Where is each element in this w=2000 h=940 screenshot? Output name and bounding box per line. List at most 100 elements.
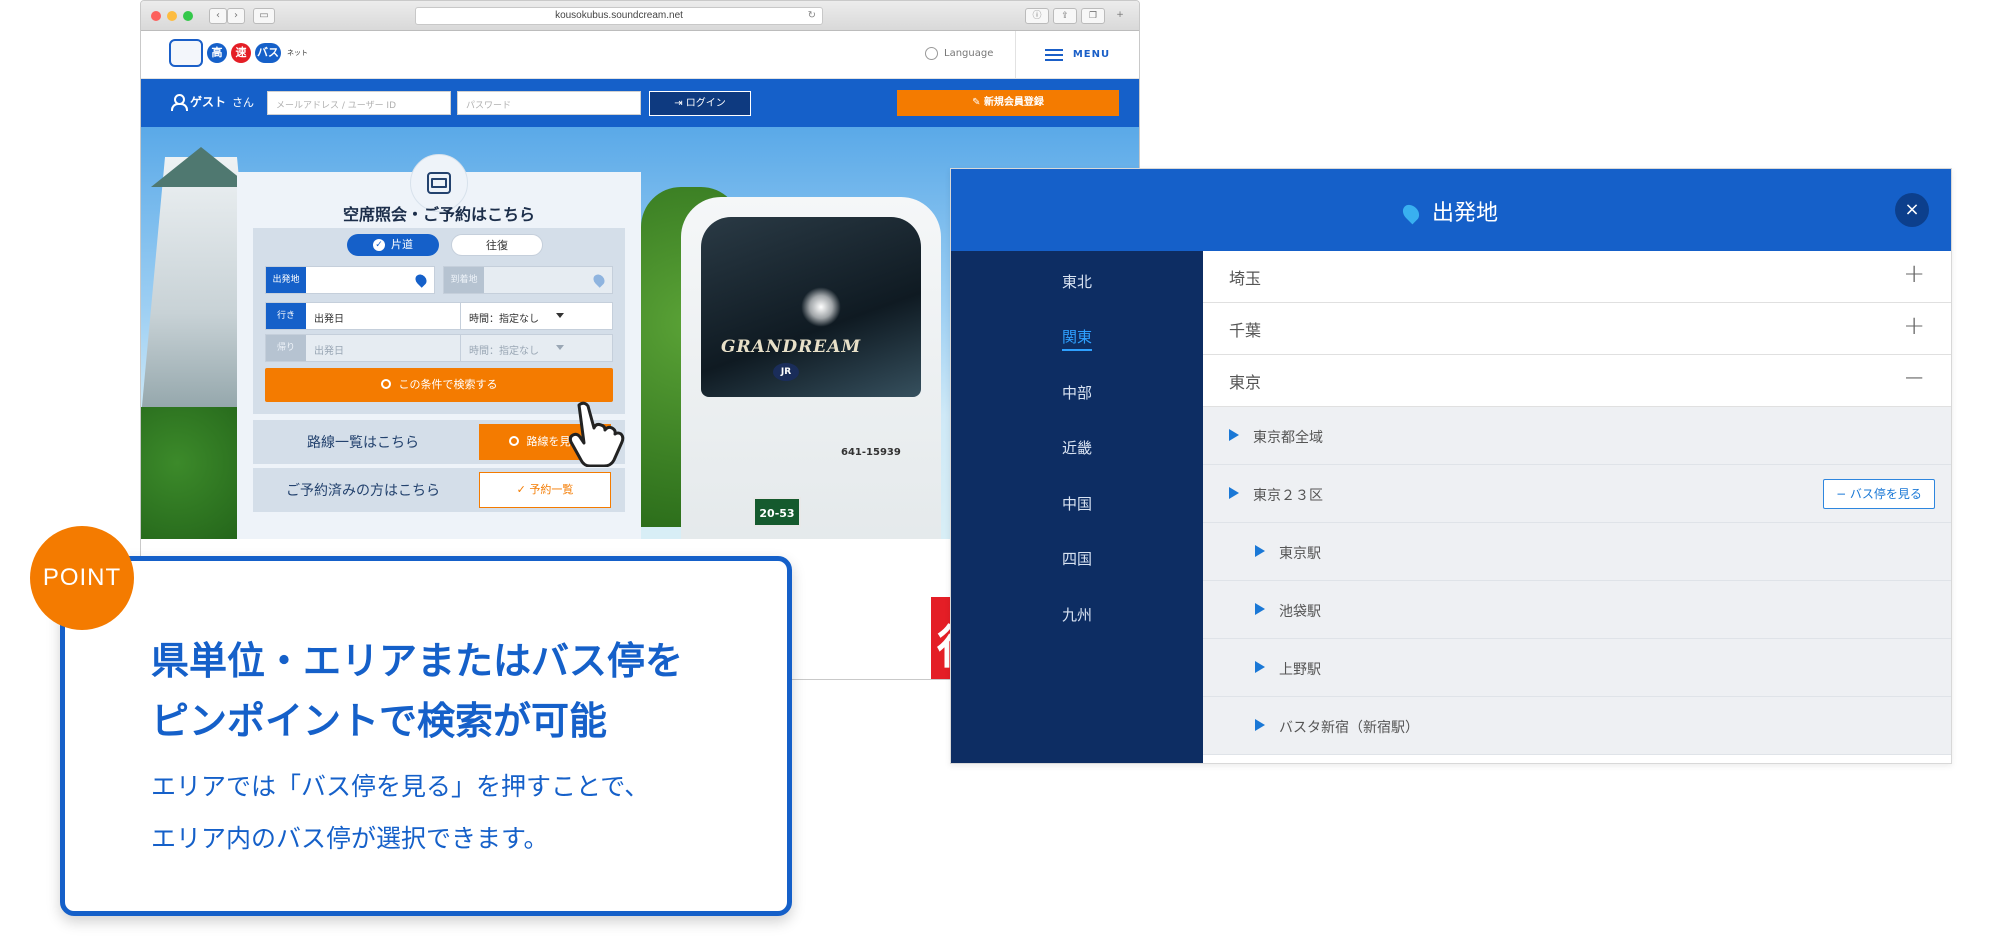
collapse-icon[interactable]: − bbox=[1903, 363, 1925, 393]
email-field[interactable]: メールアドレス / ユーザー ID bbox=[267, 91, 451, 115]
search-form: ✓ 片道 往復 出発地 到着地 行き 出発日 時間：指定なし 帰り 出発日 時間… bbox=[253, 228, 625, 414]
region-label: 九州 bbox=[1061, 606, 1092, 624]
region-item-chubu[interactable]: 中部 bbox=[951, 382, 1203, 403]
back-icon[interactable]: ‹ bbox=[209, 8, 227, 24]
reload-icon[interactable]: ↻ bbox=[808, 8, 816, 24]
expand-icon[interactable]: + bbox=[1903, 311, 1925, 341]
return-date-field[interactable]: 帰り 出発日 時間：指定なし bbox=[265, 334, 613, 362]
outbound-time: 時間：指定なし bbox=[469, 314, 539, 325]
reservation-list-button[interactable]: ✓ 予約一覧 bbox=[479, 472, 611, 508]
info-icon[interactable]: ⓘ bbox=[1025, 8, 1049, 24]
outbound-date-field[interactable]: 行き 出発日 時間：指定なし bbox=[265, 302, 613, 330]
area-name: 東京２３区 bbox=[1253, 488, 1323, 504]
region-item-chugoku[interactable]: 中国 bbox=[951, 493, 1203, 514]
logo-net: ネット bbox=[287, 49, 308, 57]
tabs-icon[interactable]: ❐ bbox=[1081, 8, 1105, 24]
reserved-label: ご予約済みの方はこちら bbox=[286, 483, 440, 499]
prefecture-name: 東京 bbox=[1229, 373, 1262, 392]
search-panel: 空席照会・ご予約はこちら ✓ 片道 往復 出発地 到着地 行き 出発日 時間：指… bbox=[237, 154, 641, 539]
site-logo[interactable]: 高 速 バス ネット bbox=[169, 39, 308, 67]
callout-body: エリアでは「バス停を見る」を押すことで、 エリア内のバス停が選択できます。 bbox=[151, 761, 649, 865]
location-pin-icon bbox=[591, 272, 607, 288]
forward-icon[interactable]: › bbox=[227, 8, 245, 24]
region-item-kanto[interactable]: 関東 bbox=[951, 326, 1203, 351]
prefecture-row[interactable]: 東京 − bbox=[1203, 355, 1951, 407]
bus-brand: GRANDREAM bbox=[721, 337, 862, 357]
close-button[interactable]: × bbox=[1895, 193, 1929, 227]
close-window-icon[interactable] bbox=[151, 11, 161, 21]
language-selector[interactable]: Language bbox=[925, 47, 993, 60]
outbound-time-select[interactable]: 時間：指定なし bbox=[460, 303, 570, 329]
menu-button[interactable]: MENU bbox=[1015, 31, 1139, 78]
sun-glare bbox=[801, 287, 841, 327]
bus-stop-row[interactable]: 東京駅 bbox=[1203, 523, 1951, 581]
return-date: 出発日 bbox=[314, 346, 344, 357]
bus-stop-row[interactable]: 池袋駅 bbox=[1203, 581, 1951, 639]
callout-heading: 県単位・エリアまたはバス停を ピンポイントで検索が可能 bbox=[151, 631, 683, 751]
expand-icon[interactable]: + bbox=[1903, 259, 1925, 289]
departure-field[interactable]: 出発地 bbox=[265, 266, 435, 294]
triangle-right-icon bbox=[1229, 487, 1239, 499]
prefecture-row[interactable]: 埼玉 + bbox=[1203, 251, 1951, 303]
region-label: 中部 bbox=[1061, 384, 1092, 402]
login-bar: ゲスト さん メールアドレス / ユーザー ID パスワード ⇥ ログイン ✎ … bbox=[141, 79, 1139, 127]
language-label: Language bbox=[944, 48, 994, 59]
return-time: 時間：指定なし bbox=[469, 346, 539, 357]
return-tag: 帰り bbox=[266, 335, 306, 361]
logo-char: 速 bbox=[231, 43, 251, 63]
bus-stop-row[interactable]: バスタ新宿（新宿駅） bbox=[1203, 697, 1951, 755]
arrival-tag: 到着地 bbox=[444, 267, 484, 293]
round-trip-toggle[interactable]: 往復 bbox=[451, 234, 543, 256]
region-item-kinki[interactable]: 近畿 bbox=[951, 437, 1203, 458]
login-label: ログイン bbox=[685, 98, 726, 109]
password-field[interactable]: パスワード bbox=[457, 91, 641, 115]
one-way-toggle[interactable]: ✓ 片道 bbox=[347, 234, 439, 256]
triangle-right-icon bbox=[1255, 661, 1265, 673]
menu-label: MENU bbox=[1072, 49, 1111, 60]
chevron-down-icon bbox=[556, 345, 564, 350]
jr-logo: JR bbox=[773, 363, 799, 381]
bus-number: 641-15939 bbox=[841, 447, 901, 458]
view-bus-stops-button[interactable]: − バス停を見る bbox=[1823, 479, 1935, 509]
route-list-label: 路線一覧はこちら bbox=[307, 435, 419, 451]
region-item-shikoku[interactable]: 四国 bbox=[951, 548, 1203, 569]
callout-heading-line: 県単位・エリアまたはバス停を bbox=[151, 639, 684, 683]
region-item-tohoku[interactable]: 東北 bbox=[951, 271, 1203, 292]
globe-icon bbox=[925, 47, 938, 60]
bus-stop-name: 上野駅 bbox=[1279, 662, 1321, 678]
login-button[interactable]: ⇥ ログイン bbox=[649, 91, 751, 116]
region-item-kyushu[interactable]: 九州 bbox=[951, 604, 1203, 625]
url-bar[interactable]: kousokubus.soundcream.net ↻ bbox=[415, 7, 823, 25]
register-button[interactable]: ✎ 新規会員登録 bbox=[897, 90, 1119, 116]
triangle-right-icon bbox=[1255, 719, 1265, 731]
bus-stop-row[interactable]: 上野駅 bbox=[1203, 639, 1951, 697]
location-pin-icon bbox=[413, 272, 429, 288]
chevron-down-icon bbox=[556, 313, 564, 318]
sidebar-icon[interactable]: ▭ bbox=[253, 8, 275, 24]
prefecture-row[interactable]: 千葉 + bbox=[1203, 303, 1951, 355]
region-label: 近畿 bbox=[1061, 439, 1092, 457]
maximize-window-icon[interactable] bbox=[183, 11, 193, 21]
site-header: 高 速 バス ネット Language MENU bbox=[141, 31, 1139, 79]
check-icon: ✓ bbox=[516, 483, 530, 496]
round-trip-label: 往復 bbox=[486, 239, 508, 252]
share-icon[interactable]: ⇪ bbox=[1053, 8, 1077, 24]
bus-stop-name: 池袋駅 bbox=[1279, 604, 1321, 620]
bus-stop-name: 東京駅 bbox=[1279, 546, 1321, 562]
departure-modal: 出発地 × 東北 関東 中部 近畿 中国 四国 九州 埼玉 + 千葉 + 東京 … bbox=[950, 168, 1952, 764]
guest-greeting: ゲスト さん bbox=[171, 93, 254, 111]
minimize-window-icon[interactable] bbox=[167, 11, 177, 21]
return-time-select[interactable]: 時間：指定なし bbox=[460, 335, 570, 361]
one-way-label: 片道 bbox=[391, 238, 413, 251]
new-tab-icon[interactable]: + bbox=[1111, 8, 1129, 24]
prefecture-name: 千葉 bbox=[1229, 321, 1262, 340]
hamburger-icon bbox=[1044, 48, 1063, 61]
check-icon: ✓ bbox=[373, 239, 385, 251]
login-icon: ⇥ bbox=[674, 98, 686, 109]
register-label: 新規会員登録 bbox=[983, 97, 1044, 108]
area-row[interactable]: 東京２３区 − バス停を見る bbox=[1203, 465, 1951, 523]
arrival-field[interactable]: 到着地 bbox=[443, 266, 613, 294]
area-row[interactable]: 東京都全域 bbox=[1203, 407, 1951, 465]
bus-icon bbox=[427, 172, 451, 194]
pointer-hand-icon bbox=[568, 401, 625, 467]
